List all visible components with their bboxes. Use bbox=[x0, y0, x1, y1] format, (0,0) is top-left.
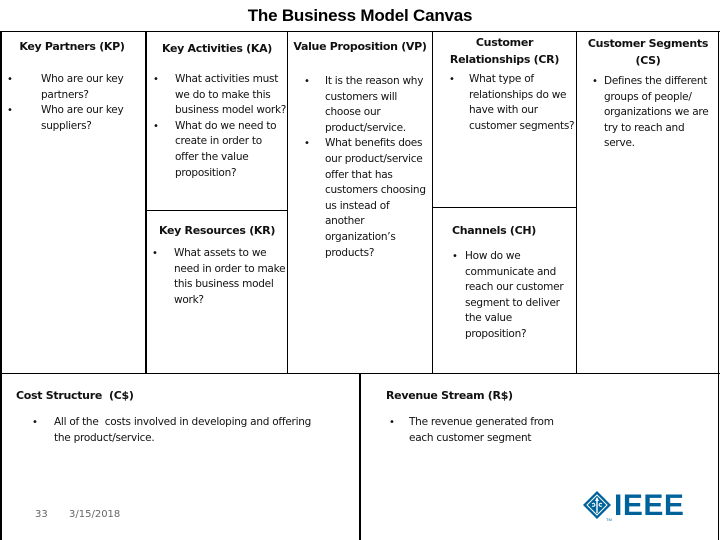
list-item: • What assets to we need in order to make… bbox=[152, 247, 286, 306]
bullet-icon: • bbox=[452, 251, 458, 262]
bullet-icon: • bbox=[153, 120, 159, 132]
channels-heading: Channels (CH) bbox=[452, 224, 537, 237]
bullet-icon: • bbox=[32, 417, 38, 428]
bullet-icon: • bbox=[449, 74, 455, 85]
list-item: • Who are our key suppliers? bbox=[7, 104, 124, 132]
customer-segments-box: Customer Segments (CS) • Defines the diff… bbox=[578, 35, 718, 152]
customer-relationships-list: • What type of relationships do we have w… bbox=[433, 72, 576, 134]
list-item: • How do we communicate and reach our cus… bbox=[452, 250, 564, 340]
divider-ka-kr bbox=[145, 210, 288, 211]
list-item: • All of the costs involved in developing… bbox=[32, 416, 315, 444]
bullet-icon: • bbox=[153, 74, 159, 85]
revenue-stream-list: • The revenue generated from each custome… bbox=[386, 415, 706, 446]
value-proposition-heading: Value Proposition (VP) bbox=[293, 40, 427, 53]
value-proposition-list: • It is the reason why customers will cho… bbox=[289, 74, 431, 261]
key-resources-box: Key Resources (KR) • What assets to we ne… bbox=[147, 222, 287, 308]
list-item: • Defines the different groups of people/… bbox=[592, 75, 709, 150]
list-item: • What type of relationships do we have w… bbox=[449, 73, 575, 132]
bullet-icon: • bbox=[389, 417, 395, 428]
svg-text:TM: TM bbox=[606, 517, 612, 522]
bullet-icon: • bbox=[304, 138, 310, 150]
value-proposition-box: Value Proposition (VP) • It is the reason… bbox=[289, 38, 431, 261]
key-activities-list: • What activities must we do to make this… bbox=[147, 72, 287, 181]
key-resources-list: • What assets to we need in order to make… bbox=[147, 246, 287, 308]
list-item: • The revenue generated from each custome… bbox=[389, 416, 554, 444]
bullet-icon: • bbox=[7, 105, 13, 117]
divider-cr-ch bbox=[432, 207, 577, 208]
customer-segments-heading: Customer Segments (CS) bbox=[587, 37, 709, 67]
ieee-logo: TM IEEE bbox=[582, 489, 694, 525]
divider-cr-cs bbox=[576, 31, 577, 374]
bullet-icon: • bbox=[7, 74, 13, 85]
key-partners-heading: Key Partners (KP) bbox=[19, 40, 125, 53]
customer-segments-list: • Defines the different groups of people/… bbox=[578, 74, 718, 152]
key-activities-box: Key Activities (KA) • What activities mus… bbox=[147, 40, 287, 181]
bullet-icon: • bbox=[152, 248, 158, 259]
list-item: • What benefits does our product/service … bbox=[304, 137, 426, 259]
cost-structure-heading: Cost Structure (C$) bbox=[16, 389, 134, 402]
bullet-icon: • bbox=[592, 76, 598, 87]
key-partners-list: • Who are our key partners? • Who are our … bbox=[4, 72, 144, 134]
cost-structure-list: • All of the costs involved in developing… bbox=[16, 415, 346, 446]
bullet-icon: • bbox=[304, 76, 310, 87]
key-activities-heading: Key Activities (KA) bbox=[161, 42, 273, 55]
list-item: • What do we need to create in order to o… bbox=[153, 119, 277, 179]
key-partners-box: Key Partners (KP) • Who are our key partn… bbox=[4, 38, 144, 134]
revenue-stream-box: Revenue Stream (R$) • The revenue generat… bbox=[386, 387, 706, 446]
divider-cost-revenue bbox=[359, 374, 361, 540]
key-resources-heading: Key Resources (KR) bbox=[158, 224, 276, 237]
ieee-wordmark: IEEE bbox=[614, 489, 685, 522]
list-item: • What activities must we do to make this… bbox=[153, 73, 287, 117]
canvas-title: The Business Model Canvas bbox=[247, 6, 473, 25]
divider-ka-vp bbox=[287, 31, 288, 374]
revenue-stream-heading: Revenue Stream (R$) bbox=[386, 389, 513, 402]
left-border bbox=[0, 31, 2, 540]
list-item: • Who are our key partners? bbox=[7, 73, 124, 101]
slide-date: 3/15/2018 bbox=[69, 509, 121, 520]
channels-list: • How do we communicate and reach our cus… bbox=[452, 249, 574, 343]
customer-relationships-heading: Customer Relationships (CR) bbox=[449, 36, 560, 66]
list-item: • It is the reason why customers will cho… bbox=[304, 75, 424, 134]
channels-box: Channels (CH) • How do we communicate and… bbox=[452, 222, 574, 343]
top-border bbox=[0, 31, 720, 32]
customer-relationships-box: Customer Relationships (CR) • What type o… bbox=[433, 34, 576, 134]
right-border bbox=[718, 31, 719, 540]
cost-structure-box: Cost Structure (C$) • All of the costs in… bbox=[16, 387, 346, 446]
slide-number: 33 bbox=[35, 509, 48, 520]
ieee-diamond-icon: TM bbox=[583, 491, 612, 522]
